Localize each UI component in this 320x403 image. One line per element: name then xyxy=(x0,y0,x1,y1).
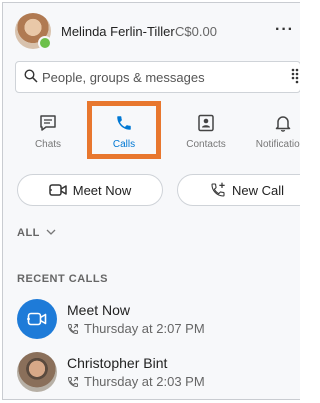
filter-label: ALL xyxy=(17,227,40,239)
call-time-label: Thursday at 2:03 PM xyxy=(84,374,205,389)
list-item[interactable]: Meet Now Thursday at 2:07 PM xyxy=(3,299,300,351)
call-contact-name: Meet Now xyxy=(67,302,131,318)
skype-panel: Melinda Ferlin-Tiller C$0.00 ··· Chats C… xyxy=(2,2,300,400)
user-name[interactable]: Melinda Ferlin-Tiller xyxy=(61,24,175,39)
call-contact-name: Christopher Bint xyxy=(67,355,168,371)
new-call-button[interactable]: New Call xyxy=(177,174,300,206)
credit-balance[interactable]: C$0.00 xyxy=(175,24,217,39)
meet-now-button[interactable]: Meet Now xyxy=(17,174,163,206)
chat-icon xyxy=(40,115,56,131)
outgoing-call-icon xyxy=(67,376,78,387)
list-item[interactable]: Christopher Bint Thursday at 2:03 PM xyxy=(3,352,300,399)
recent-calls-heading: RECENT CALLS xyxy=(17,273,108,285)
tab-contacts[interactable]: Contacts xyxy=(171,103,241,161)
tab-label: Chats xyxy=(34,139,62,150)
video-call-icon xyxy=(27,312,47,326)
tab-label: Notifications xyxy=(255,139,300,150)
selection-highlight xyxy=(87,101,161,159)
contacts-icon xyxy=(198,114,214,132)
video-call-icon xyxy=(48,184,67,196)
call-timestamp: Thursday at 2:03 PM xyxy=(67,374,205,389)
new-call-icon xyxy=(211,182,225,197)
tab-notifications[interactable]: Notifications xyxy=(248,103,300,161)
chevron-down-icon xyxy=(46,229,56,235)
search-box[interactable] xyxy=(15,61,300,93)
dialpad-icon[interactable] xyxy=(291,68,300,84)
outgoing-call-icon xyxy=(67,323,78,334)
call-timestamp: Thursday at 2:07 PM xyxy=(67,321,205,336)
call-time-label: Thursday at 2:07 PM xyxy=(84,321,205,336)
avatar[interactable] xyxy=(15,13,52,50)
search-input[interactable] xyxy=(42,62,282,92)
bell-icon xyxy=(275,116,291,132)
presence-online-icon xyxy=(38,36,52,50)
tab-label: Contacts xyxy=(186,139,226,150)
profile-header: Melinda Ferlin-Tiller C$0.00 ··· xyxy=(3,3,300,59)
filter-dropdown[interactable]: ALL xyxy=(17,227,56,239)
search-icon xyxy=(24,69,38,83)
avatar xyxy=(17,352,57,392)
meet-now-label: Meet Now xyxy=(72,182,132,198)
more-options-icon[interactable]: ··· xyxy=(275,21,294,39)
tab-chats[interactable]: Chats xyxy=(13,103,83,161)
meet-now-avatar xyxy=(17,299,57,339)
new-call-label: New Call xyxy=(231,182,284,198)
